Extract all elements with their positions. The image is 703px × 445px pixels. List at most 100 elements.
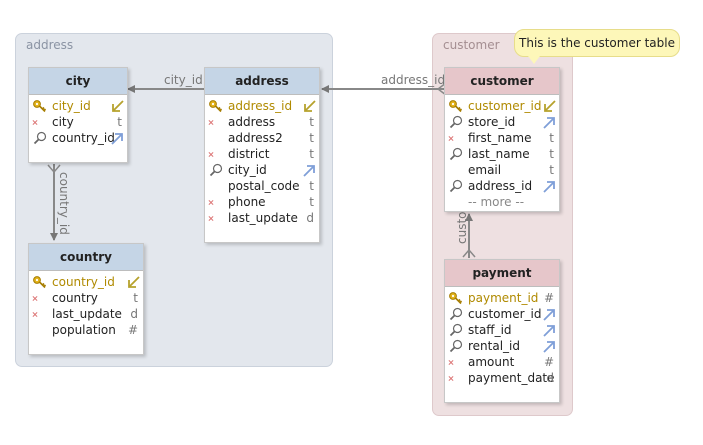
fk-link-arrow-icon: [543, 324, 556, 337]
note-customer-table[interactable]: This is the customer table: [514, 29, 680, 57]
column-row-address-last-update[interactable]: last_update d: [205, 210, 319, 226]
column-row-payment-payment-date[interactable]: payment_date d: [445, 370, 559, 386]
table-header-address[interactable]: address: [205, 68, 319, 95]
column-row-address-phone[interactable]: phone t: [205, 194, 319, 210]
column-row-customer-store-id[interactable]: store_id: [445, 114, 559, 130]
column-type: t: [549, 163, 554, 177]
column-type: d: [546, 371, 554, 385]
column-row-address-postal-code[interactable]: postal_code t: [205, 178, 319, 194]
column-row-payment-amount[interactable]: amount #: [445, 354, 559, 370]
required-dot-icon: [209, 120, 213, 124]
column-type: #: [127, 323, 138, 337]
required-dot-icon: [449, 360, 453, 364]
required-dot-icon: [33, 296, 37, 300]
column-row-address-address[interactable]: address t: [205, 114, 319, 130]
magnifier-icon: [448, 338, 464, 354]
fk-link-arrow-icon: [303, 164, 316, 177]
pk-link-arrow-icon: [303, 100, 316, 113]
table-header-city[interactable]: city: [29, 68, 127, 95]
column-type: t: [309, 195, 314, 209]
key-icon: [208, 98, 224, 114]
column-row-payment-customer-id[interactable]: customer_id: [445, 306, 559, 322]
table-body-address: address_id address t address2 t district t city…: [205, 95, 319, 226]
column-row-payment-staff-id[interactable]: staff_id: [445, 322, 559, 338]
required-dot-icon: [449, 136, 453, 140]
column-name: country_id: [52, 131, 115, 145]
column-row-customer-email[interactable]: email t: [445, 162, 559, 178]
fk-link-arrow-icon: [543, 180, 556, 193]
magnifier-icon: [448, 178, 464, 194]
column-type: t: [117, 115, 122, 129]
required-dot-icon: [209, 200, 213, 204]
column-name: city: [52, 115, 74, 129]
table-header-payment[interactable]: payment: [445, 260, 559, 287]
pk-link-arrow-icon: [543, 100, 556, 113]
required-dot-icon: [33, 312, 37, 316]
table-body-customer: customer_id store_id first_name t last_name t…: [445, 95, 559, 210]
table-body-country: country_id country t last_update d population…: [29, 271, 143, 338]
table-customer[interactable]: customer customer_id store_id first_name t l…: [444, 67, 560, 212]
column-type: t: [133, 291, 138, 305]
magnifier-icon: [208, 162, 224, 178]
table-city[interactable]: city city_id city t country_id: [28, 67, 128, 163]
magnifier-icon: [448, 114, 464, 130]
table-header-customer[interactable]: customer: [445, 68, 559, 95]
column-row-address-city-id[interactable]: city_id: [205, 162, 319, 178]
column-name: first_name: [468, 131, 532, 145]
column-name: address_id: [228, 99, 293, 113]
column-name: postal_code: [228, 179, 300, 193]
column-name: country: [52, 291, 98, 305]
note-tail: [528, 56, 540, 64]
magnifier-icon: [448, 146, 464, 162]
column-name: customer_id: [468, 99, 542, 113]
fk-link-arrow-icon: [543, 308, 556, 321]
edge-label-country-id: country_id: [57, 172, 71, 235]
column-name: store_id: [468, 115, 516, 129]
column-row-customer-customer-id[interactable]: customer_id: [445, 98, 559, 114]
required-dot-icon: [209, 216, 213, 220]
key-icon: [448, 98, 464, 114]
edge-label-city-id: city_id: [164, 73, 203, 87]
column-row-city-city-id[interactable]: city_id: [29, 98, 127, 114]
table-address[interactable]: address address_id address t address2 t distr…: [204, 67, 320, 243]
column-row-city-city[interactable]: city t: [29, 114, 127, 130]
column-name: city_id: [228, 163, 267, 177]
column-row-country-country-id[interactable]: country_id: [29, 274, 143, 290]
column-row-customer-last-name[interactable]: last_name t: [445, 146, 559, 162]
column-name: address_id: [468, 179, 533, 193]
more-columns-link[interactable]: -- more --: [445, 194, 559, 210]
column-row-customer-first-name[interactable]: first_name t: [445, 130, 559, 146]
magnifier-icon: [448, 306, 464, 322]
column-name: last_name: [468, 147, 530, 161]
column-type: t: [549, 147, 554, 161]
column-name: address2: [228, 131, 283, 145]
column-row-country-population[interactable]: population #: [29, 322, 143, 338]
column-type: t: [549, 131, 554, 145]
key-icon: [32, 274, 48, 290]
pk-link-arrow-icon: [127, 276, 140, 289]
column-row-address-address2[interactable]: address2 t: [205, 130, 319, 146]
column-row-city-country-id[interactable]: country_id: [29, 130, 127, 146]
column-name: phone: [228, 195, 266, 209]
column-name: staff_id: [468, 323, 512, 337]
column-row-payment-rental-id[interactable]: rental_id: [445, 338, 559, 354]
column-name: last_update: [228, 211, 298, 225]
fk-link-arrow-icon: [543, 116, 556, 129]
column-row-country-last-update[interactable]: last_update d: [29, 306, 143, 322]
column-name: last_update: [52, 307, 122, 321]
column-name: city_id: [52, 99, 91, 113]
column-row-customer-address-id[interactable]: address_id: [445, 178, 559, 194]
column-row-address-district[interactable]: district t: [205, 146, 319, 162]
column-name: payment_id: [468, 291, 539, 305]
column-name: amount: [468, 355, 515, 369]
column-row-address-address-id[interactable]: address_id: [205, 98, 319, 114]
column-name: population: [52, 323, 116, 337]
table-country[interactable]: country country_id country t last_update d po…: [28, 243, 144, 355]
column-row-country-country[interactable]: country t: [29, 290, 143, 306]
table-header-country[interactable]: country: [29, 244, 143, 271]
table-payment[interactable]: payment payment_id # customer_id staff_id re…: [444, 259, 560, 403]
column-name: customer_id: [468, 307, 542, 321]
pk-link-arrow-icon: [111, 100, 124, 113]
required-dot-icon: [209, 152, 213, 156]
column-row-payment-payment-id[interactable]: payment_id #: [445, 290, 559, 306]
